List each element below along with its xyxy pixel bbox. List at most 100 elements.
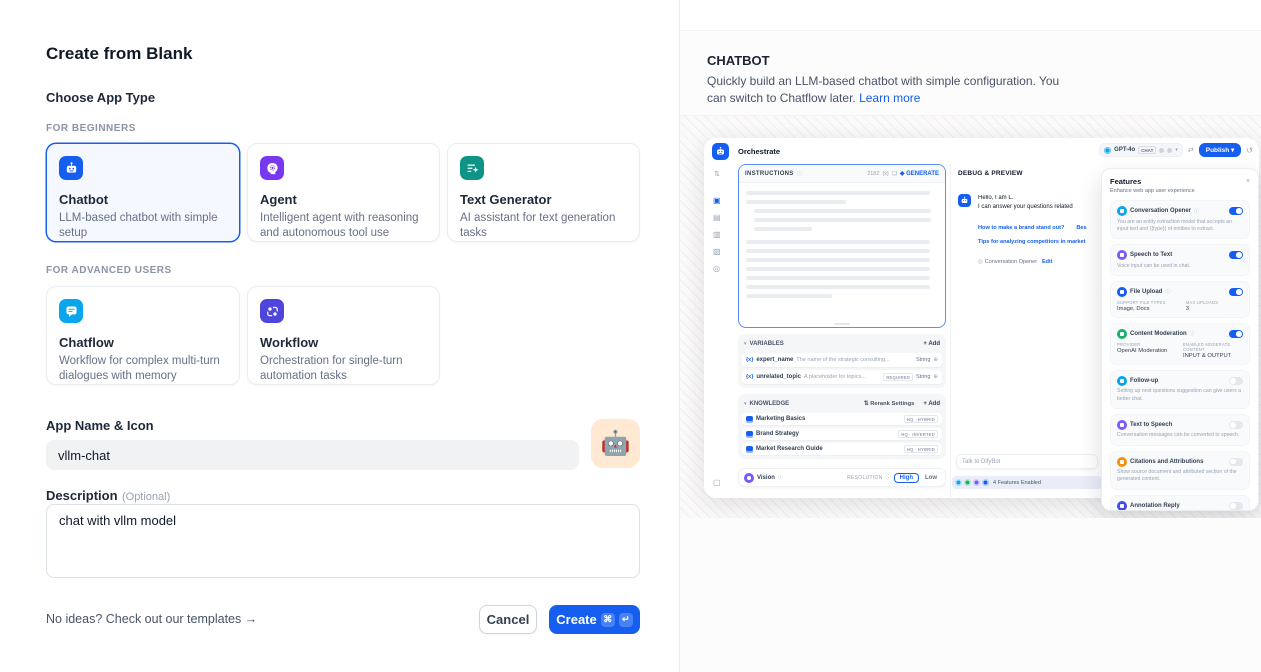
file-upload-icon xyxy=(1117,287,1127,297)
robot-emoji-icon: 🤖 xyxy=(601,429,631,458)
cancel-button[interactable]: Cancel xyxy=(479,605,537,634)
retrieval-badge: HQ · HYBRID xyxy=(904,445,938,453)
create-button[interactable]: Create ⌘ ↵ xyxy=(549,605,640,634)
app-type-name: Chatbot xyxy=(59,192,227,207)
close-icon: × xyxy=(1246,178,1250,185)
chat-input: Talk to DifyBot xyxy=(956,454,1098,469)
create-app-dialog: Create from Blank Choose App Type FOR BE… xyxy=(0,0,679,672)
sidebar-bottom-icon: ▢ xyxy=(713,478,721,487)
app-name-input[interactable] xyxy=(46,440,579,470)
feature-item-file-upload: File Upload ⓘ SUPPORT FILE TYPES Image, … xyxy=(1110,281,1250,318)
app-icon-picker[interactable]: 🤖 xyxy=(591,419,640,468)
choose-app-type-heading: Choose App Type xyxy=(46,90,155,105)
dialog-title: Create from Blank xyxy=(46,44,192,64)
app-type-desc: Orchestration for single-turn automation… xyxy=(260,354,427,384)
content-moderation-icon xyxy=(1117,329,1127,339)
model-provider-icon xyxy=(1104,147,1111,154)
preview-top-left: Orchestrate xyxy=(712,143,780,160)
features-header: Features × xyxy=(1110,177,1250,186)
feature-toggle xyxy=(1229,251,1243,259)
info-icon: ⓘ xyxy=(778,474,783,481)
retrieval-badge: HQ · HYBRID xyxy=(904,415,938,423)
variable-type-icon: ⊕ xyxy=(933,357,938,363)
opener-icon: ◎ xyxy=(978,259,983,265)
instructions-skeleton xyxy=(739,183,945,298)
resolution-low-option: Low xyxy=(922,475,940,481)
variable-row: {x} expert_name The name of the strategi… xyxy=(742,353,942,367)
suggestion-row: Tips for analyzing competitors in market xyxy=(978,239,1104,245)
app-type-card-chatbot[interactable]: Chatbot LLM-based chatbot with simple se… xyxy=(46,143,240,242)
app-type-card-text-generator[interactable]: Text Generator AI assistant for text gen… xyxy=(447,143,640,242)
text-to-speech-icon xyxy=(1117,420,1127,430)
preview-type-description: Quickly build an LLM-based chatbot with … xyxy=(707,73,1079,108)
publish-button: Publish ▾ xyxy=(1199,143,1242,157)
app-type-card-chatflow[interactable]: Chatflow Workflow for complex multi-turn… xyxy=(46,286,240,385)
model-param-icon xyxy=(1167,148,1172,153)
opener-edit-link: Edit xyxy=(1042,259,1052,265)
vision-icon xyxy=(744,473,754,483)
app-type-name: Chatflow xyxy=(59,335,227,350)
templates-link[interactable]: No ideas? Check out our templates → xyxy=(46,612,257,626)
required-badge: REQUIRED xyxy=(883,373,913,381)
knowledge-row: Marketing Basics HQ · HYBRID xyxy=(742,413,942,425)
dataset-icon xyxy=(746,416,753,423)
resolution-high-option: High xyxy=(894,473,919,483)
knowledge-row: Brand Strategy HQ · INVERTED xyxy=(742,428,942,440)
knowledge-section: ▾ KNOWLEDGE ⇅ Rerank Settings + Add Mark… xyxy=(738,394,946,459)
feature-dot-icon xyxy=(964,479,971,486)
chevron-down-icon: ▾ xyxy=(1175,147,1178,153)
description-textarea[interactable]: chat with vllm model xyxy=(46,504,640,578)
sidebar-globe-icon: ◎ xyxy=(713,264,720,273)
retrieval-badge: HQ · INVERTED xyxy=(898,430,938,438)
app-type-desc: Intelligent agent with reasoning and aut… xyxy=(260,211,427,241)
workflow-icon xyxy=(260,299,284,323)
app-type-card-workflow[interactable]: Workflow Orchestration for single-turn a… xyxy=(247,286,440,385)
model-name: GPT-4o xyxy=(1114,147,1135,153)
info-icon: ⓘ xyxy=(1190,330,1195,337)
feature-dot-icon xyxy=(982,479,989,486)
feature-toggle xyxy=(1229,288,1243,296)
feature-toggle xyxy=(1229,330,1243,338)
app-type-desc: AI assistant for text generation tasks xyxy=(460,211,627,241)
text-generator-icon xyxy=(460,156,484,180)
enter-key-icon: ↵ xyxy=(619,613,633,627)
model-selector: GPT-4o CHAT ▾ xyxy=(1099,143,1183,157)
cmd-key-icon: ⌘ xyxy=(601,613,615,627)
bot-app-icon xyxy=(712,143,729,160)
app-type-name: Agent xyxy=(260,192,427,207)
feature-item-conversation-opener: Conversation Opener ⓘ You are an entity … xyxy=(1110,200,1250,239)
app-type-card-agent[interactable]: Agent Intelligent agent with reasoning a… xyxy=(247,143,440,242)
info-icon: ⓘ xyxy=(797,170,802,177)
vision-row: Vision ⓘ RESOLUTION ⓘ High Low xyxy=(738,468,946,487)
rerank-settings-button: ⇅ Rerank Settings xyxy=(864,401,915,407)
char-count: 2182 xyxy=(867,171,879,177)
description-label-row: Description (Optional) xyxy=(46,487,170,505)
collapse-icon: ▾ xyxy=(744,341,747,347)
column-divider xyxy=(950,164,951,498)
add-knowledge-button: + Add xyxy=(923,401,940,407)
sidebar-swap-icon: ⇅ xyxy=(714,170,720,178)
preview-screenshot-area: Orchestrate GPT-4o CHAT ▾ ⇄ Publish ▾ ↺ … xyxy=(680,115,1261,518)
chatflow-icon xyxy=(59,299,83,323)
feature-toggle xyxy=(1229,207,1243,215)
app-type-preview-panel: CHATBOT Quickly build an LLM-based chatb… xyxy=(679,0,1261,672)
chatbot-icon xyxy=(59,156,83,180)
dataset-icon xyxy=(746,431,753,438)
copy-icon: ❏ xyxy=(892,171,897,177)
feature-item-follow-up: Follow-up Setting up next questions sugg… xyxy=(1110,370,1250,409)
instructions-header: INSTRUCTIONS ⓘ 2182 {x} ❏ ◆ GENERATE xyxy=(739,165,945,183)
learn-more-link[interactable]: Learn more xyxy=(859,91,920,105)
suggestion-row: How to make a brand stand out? Bes xyxy=(978,224,1104,231)
arrow-right-icon: → xyxy=(245,612,258,626)
feature-toggle xyxy=(1229,421,1243,429)
instructions-panel: INSTRUCTIONS ⓘ 2182 {x} ❏ ◆ GENERATE xyxy=(738,164,946,328)
swap-model-icon: ⇄ xyxy=(1188,146,1194,154)
model-mode-badge: CHAT xyxy=(1138,146,1156,154)
feature-item-text-to-speech: Text to Speech Conversation messages can… xyxy=(1110,414,1250,446)
app-type-desc: LLM-based chatbot with simple setup xyxy=(59,211,227,241)
agent-icon xyxy=(260,156,284,180)
variable-type-icon: ⊕ xyxy=(933,374,938,380)
features-panel: Features × Enhance web app user experien… xyxy=(1101,168,1259,511)
feature-toggle xyxy=(1229,458,1243,466)
variables-section: ▾ VARIABLES + Add {x} expert_name The na… xyxy=(738,334,946,388)
